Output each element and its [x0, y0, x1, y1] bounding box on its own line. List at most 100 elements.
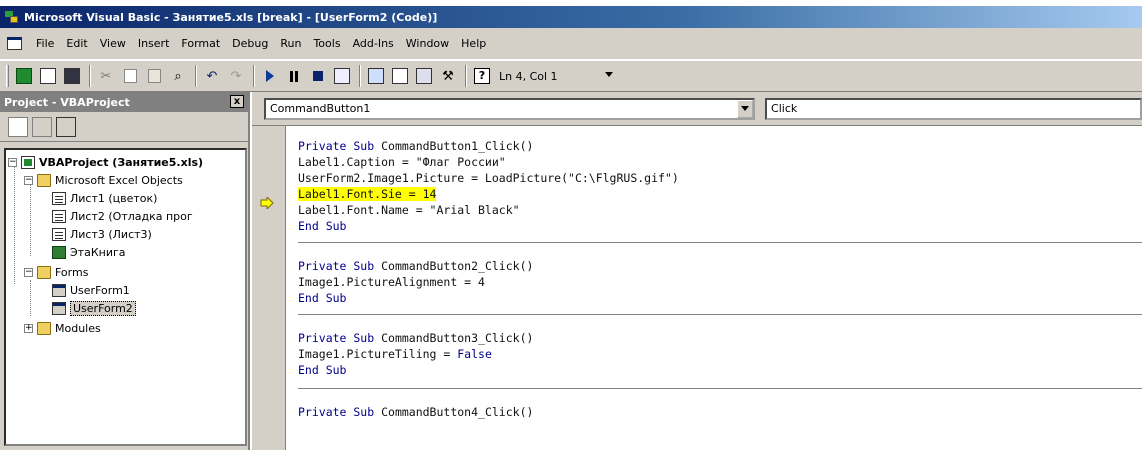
menu-help[interactable]: Help [455, 37, 492, 50]
break-button[interactable] [283, 65, 305, 87]
code-line[interactable]: UserForm2.Image1.Picture = LoadPicture("… [298, 170, 679, 186]
vba-project-icon [21, 155, 35, 169]
tree-line [30, 184, 31, 256]
menu-format[interactable]: Format [175, 37, 226, 50]
userform-icon [40, 68, 56, 84]
design-mode-button[interactable] [331, 65, 353, 87]
code-line[interactable]: Image1.PictureTiling = False [298, 346, 492, 362]
tree-node-forms[interactable]: − Forms [24, 264, 88, 280]
toolbar-separator [465, 65, 467, 87]
tree-label: ЭтаКнига [70, 245, 126, 259]
code-window-header: CommandButton1 Click [252, 92, 1142, 126]
toolbar-separator [195, 65, 197, 87]
help-icon: ? [474, 68, 490, 84]
tree-node-userform1[interactable]: UserForm1 [52, 282, 130, 298]
cut-button[interactable]: ✂ [95, 65, 117, 87]
menu-edit[interactable]: Edit [60, 37, 93, 50]
tree-node-modules[interactable]: + Modules [24, 320, 101, 336]
expand-icon[interactable]: + [24, 323, 33, 333]
project-explorer-button[interactable] [365, 65, 387, 87]
code-line[interactable]: Private Sub CommandButton2_Click() [298, 258, 533, 274]
menu-view[interactable]: View [94, 37, 132, 50]
code-line[interactable]: Image1.PictureAlignment = 4 [298, 274, 485, 290]
menu-run[interactable]: Run [274, 37, 307, 50]
menu-file[interactable]: File [30, 37, 60, 50]
view-excel-button[interactable] [13, 65, 35, 87]
menu-debug[interactable]: Debug [226, 37, 274, 50]
code-line[interactable]: Label1.Caption = "Флаг России" [298, 154, 506, 170]
code-editor[interactable]: Private Sub CommandButton1_Click() Label… [252, 126, 1142, 450]
undo-button[interactable]: ↶ [201, 65, 223, 87]
tree-label: Microsoft Excel Objects [55, 173, 183, 187]
code-margin[interactable] [252, 126, 286, 450]
close-icon[interactable]: x [230, 95, 244, 108]
undo-icon: ↶ [206, 68, 218, 84]
project-tree: − VBAProject (Занятие5.xls) − Microsoft … [4, 148, 247, 446]
toggle-folders-button[interactable] [56, 116, 76, 137]
object-browser-button[interactable] [413, 65, 435, 87]
chevron-down-icon [605, 72, 613, 77]
collapse-icon[interactable]: − [8, 157, 17, 167]
code-line[interactable]: Label1.Font.Name = "Arial Black" [298, 202, 520, 218]
code-line-current[interactable]: Label1.Font.Sie = 14 [298, 186, 437, 202]
help-button[interactable]: ? [471, 65, 493, 87]
object-combo-value: CommandButton1 [270, 102, 371, 115]
code-line[interactable]: End Sub [298, 362, 346, 378]
code-window-icon[interactable] [6, 35, 24, 53]
insert-userform-button[interactable] [37, 65, 59, 87]
project-pane-title-bar[interactable]: Project - VBAProject x [0, 92, 248, 112]
standard-toolbar: ✂ ⌕ ↶ ↷ ⚒ ? Ln 4, Col 1 [0, 60, 1142, 92]
tree-node-sheet2[interactable]: Лист2 (Отладка прог [52, 208, 193, 224]
procedure-combo[interactable]: Click [765, 97, 1142, 120]
copy-button[interactable] [119, 65, 141, 87]
worksheet-icon [52, 191, 66, 205]
tree-node-excel-objects[interactable]: − Microsoft Excel Objects [24, 172, 183, 188]
toolbox-icon: ⚒ [442, 68, 454, 84]
tree-node-workbook[interactable]: ЭтаКнига [52, 244, 126, 260]
object-combo[interactable]: CommandButton1 [264, 97, 756, 120]
collapse-icon[interactable]: − [24, 175, 33, 185]
tree-line [30, 280, 31, 316]
toolbar-dropdown[interactable] [605, 66, 813, 86]
tree-label: Лист3 (Лист3) [70, 227, 152, 241]
tree-node-sheet3[interactable]: Лист3 (Лист3) [52, 226, 152, 242]
menu-tools[interactable]: Tools [307, 37, 346, 50]
paste-button[interactable] [143, 65, 165, 87]
menu-window[interactable]: Window [400, 37, 455, 50]
view-code-button[interactable] [8, 116, 28, 137]
code-line[interactable]: Private Sub CommandButton1_Click() [298, 138, 533, 154]
reset-button[interactable] [307, 65, 329, 87]
view-object-button[interactable] [32, 116, 52, 137]
toolbox-button[interactable]: ⚒ [437, 65, 459, 87]
code-text: CommandButton4_Click() [374, 405, 534, 419]
cut-icon: ✂ [100, 68, 112, 84]
copy-icon [123, 69, 137, 83]
save-icon [64, 68, 80, 84]
toolbar-grip[interactable] [6, 65, 9, 87]
object-browser-icon [416, 68, 432, 84]
design-mode-icon [334, 68, 350, 84]
tree-node-root[interactable]: − VBAProject (Занятие5.xls) [8, 154, 203, 170]
code-line[interactable]: Private Sub CommandButton4_Click() [298, 404, 533, 420]
workbook-icon [52, 245, 66, 259]
vb-app-icon [4, 9, 20, 25]
menu-insert[interactable]: Insert [132, 37, 176, 50]
save-button[interactable] [61, 65, 83, 87]
tree-node-userform2[interactable]: UserForm2 [52, 300, 136, 316]
object-combo-dropdown[interactable] [737, 99, 754, 118]
redo-button[interactable]: ↷ [225, 65, 247, 87]
code-line[interactable]: End Sub [298, 290, 346, 306]
run-button[interactable] [259, 65, 281, 87]
menu-addins[interactable]: Add-Ins [347, 37, 400, 50]
title-bar[interactable]: Microsoft Visual Basic - Занятие5.xls [b… [0, 6, 1142, 28]
tree-node-sheet1[interactable]: Лист1 (цветок) [52, 190, 157, 206]
collapse-icon[interactable]: − [24, 267, 33, 277]
tree-label: Forms [55, 265, 89, 279]
code-line[interactable]: End Sub [298, 218, 346, 234]
find-button[interactable]: ⌕ [167, 65, 189, 87]
procedure-combo-value: Click [771, 102, 798, 115]
project-explorer-pane: Project - VBAProject x − VBAProject (Зан… [0, 92, 250, 450]
toolbar-separator [253, 65, 255, 87]
code-line[interactable]: Private Sub CommandButton3_Click() [298, 330, 533, 346]
properties-button[interactable] [389, 65, 411, 87]
